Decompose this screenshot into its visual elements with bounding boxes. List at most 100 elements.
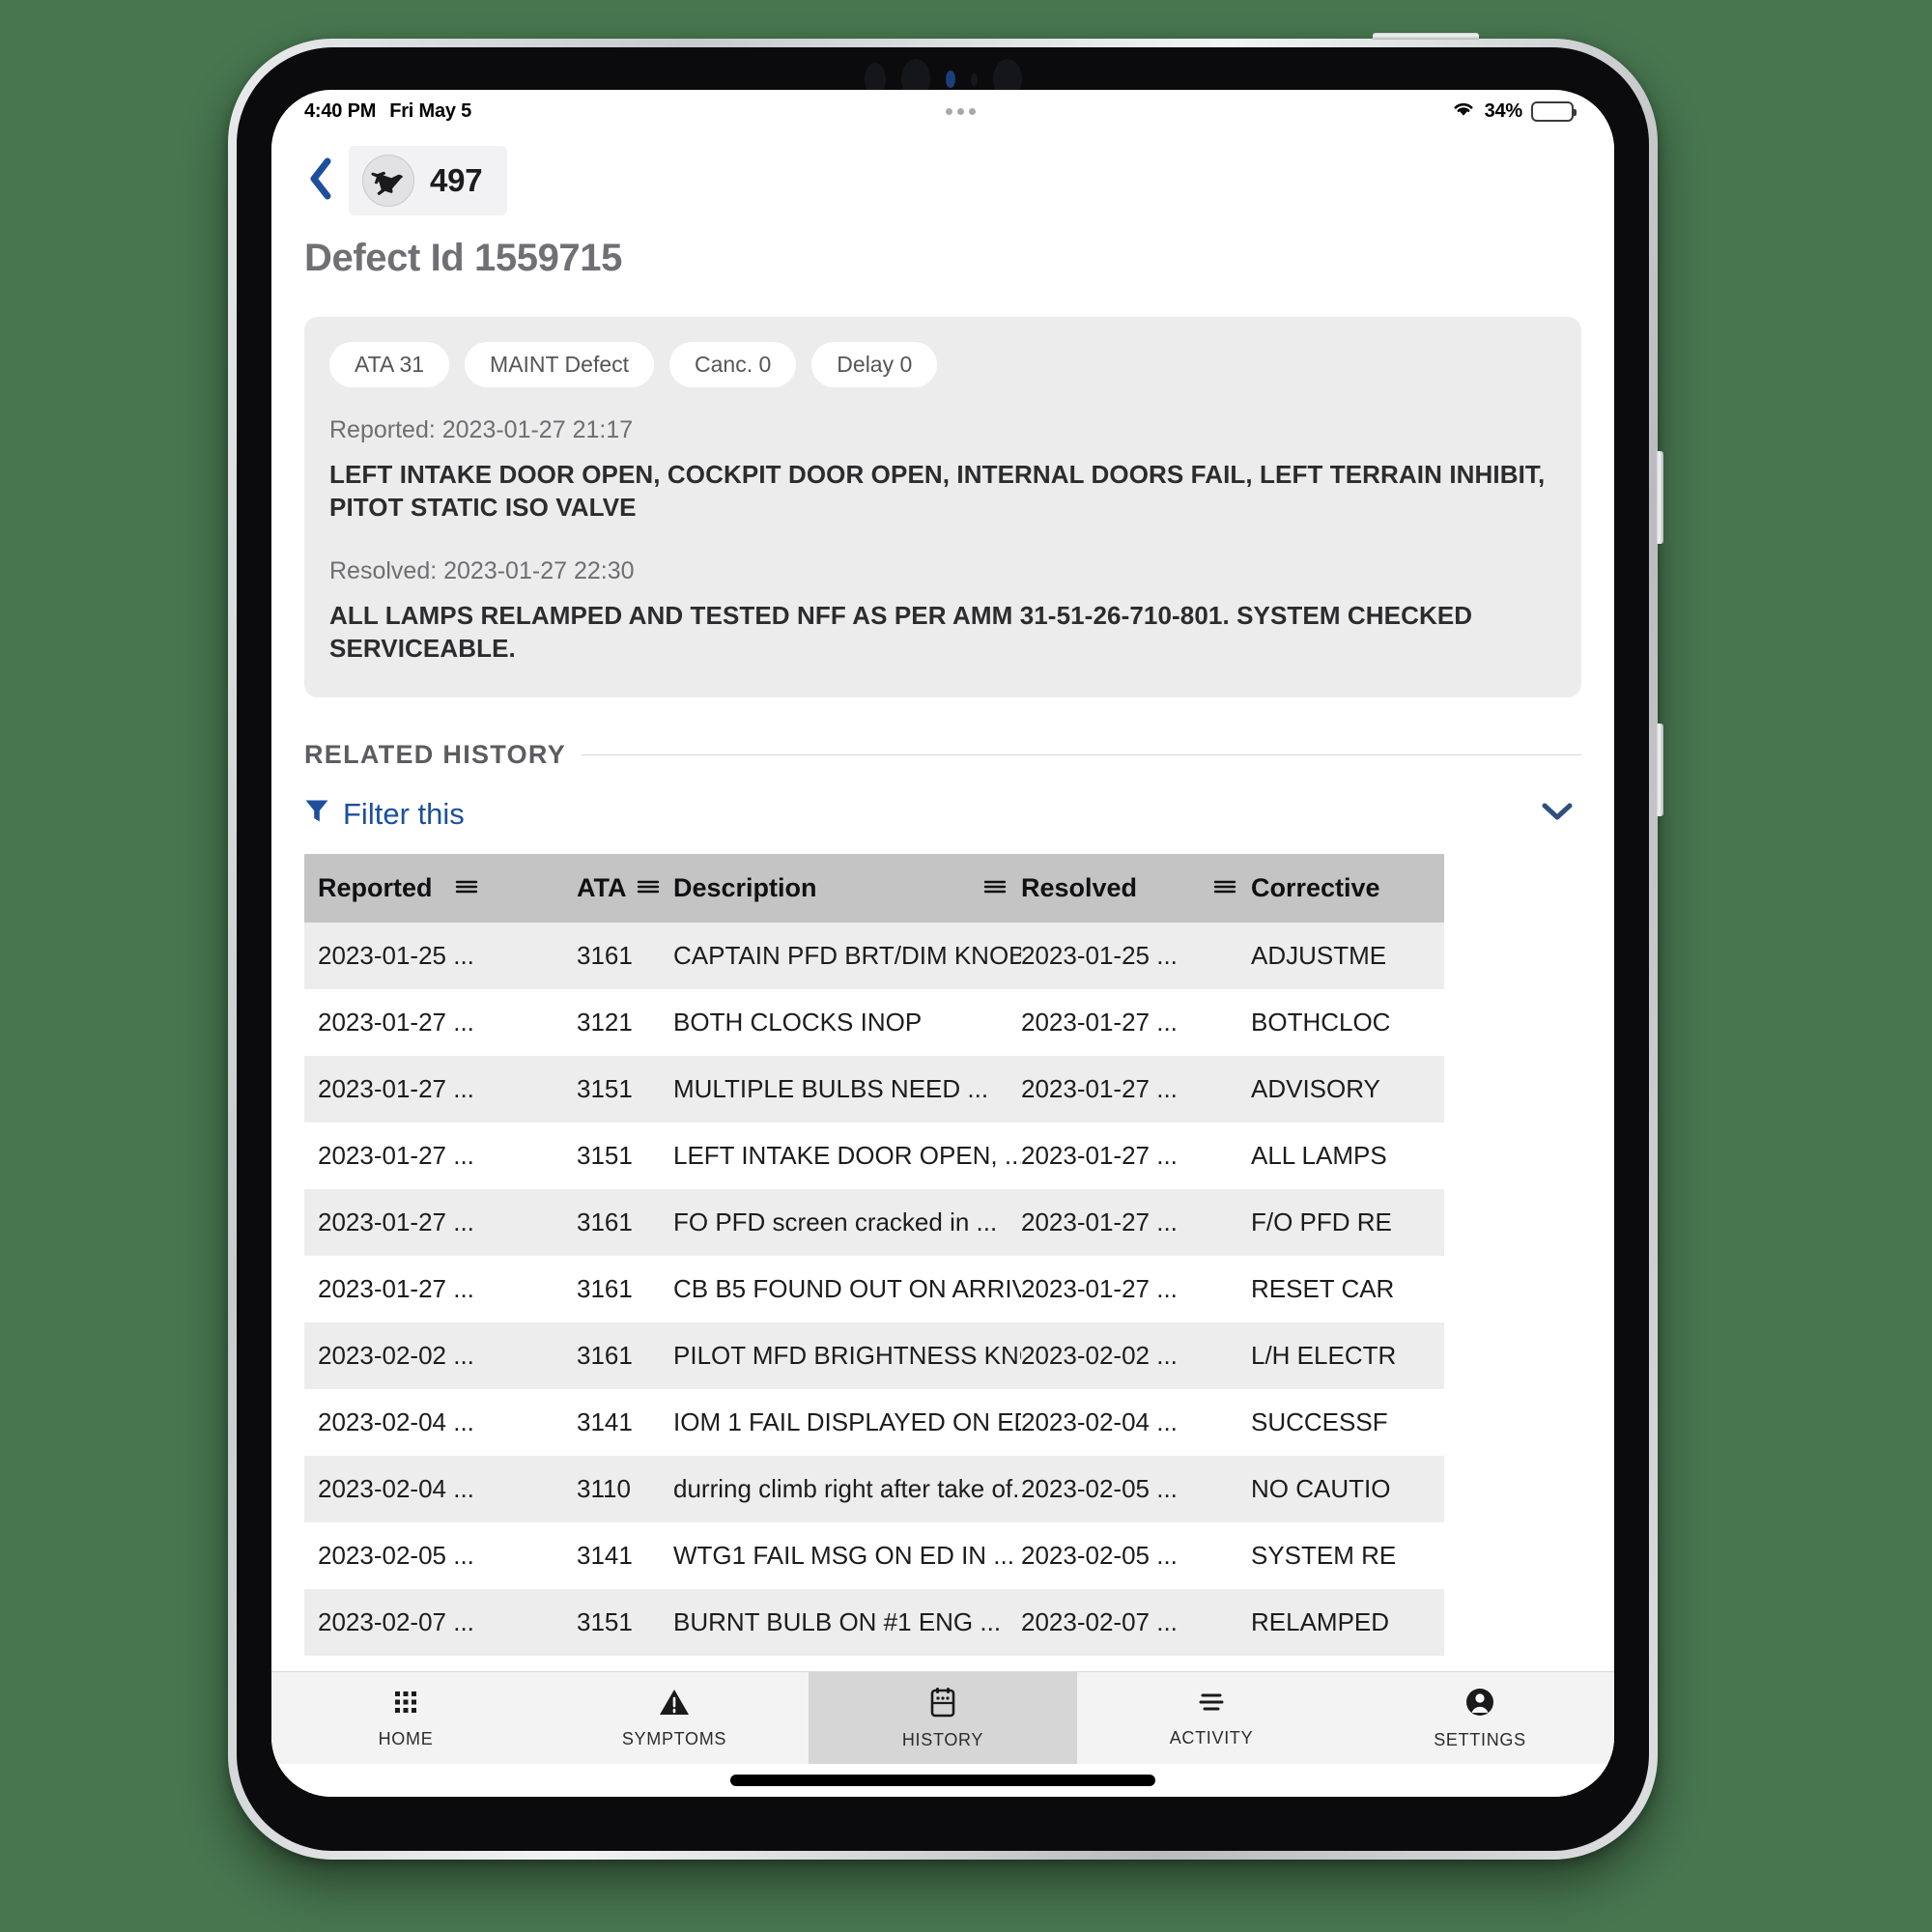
cell-ata: 3141 bbox=[577, 1541, 633, 1571]
status-time: 4:40 PM bbox=[304, 99, 377, 122]
cell-corrective: RELAMPED bbox=[1251, 1607, 1390, 1637]
table-row[interactable]: 2023-01-27 ... 3151 MULTIPLE BULBS NEED ..… bbox=[304, 1056, 1444, 1123]
tab-activity[interactable]: ACTIVITY bbox=[1077, 1672, 1346, 1764]
page-title: Defect Id 1559715 bbox=[304, 237, 622, 279]
defect-tag-row: ATA 31 MAINT Defect Canc. 0 Delay 0 bbox=[329, 342, 1556, 387]
cell-corrective: BOTHCLOC bbox=[1251, 1008, 1391, 1037]
cell-description: MULTIPLE BULBS NEED ... bbox=[673, 1074, 989, 1104]
multitask-handle-icon[interactable] bbox=[946, 107, 977, 115]
column-header-reported[interactable]: Reported bbox=[304, 854, 577, 923]
volume-down-button[interactable] bbox=[1657, 724, 1663, 816]
table-row[interactable]: 2023-01-27 ... 3161 CB B5 FOUND OUT ON ARR… bbox=[304, 1256, 1444, 1323]
cell-resolved: 2023-01-27 ... bbox=[1021, 1141, 1178, 1171]
table-row[interactable]: 2023-01-27 ... 3121 BOTH CLOCKS INOP 2023-0… bbox=[304, 989, 1444, 1057]
reported-description: LEFT INTAKE DOOR OPEN, COCKPIT DOOR OPEN… bbox=[329, 460, 1546, 523]
cell-corrective: ADVISORY bbox=[1251, 1074, 1380, 1104]
cell-description: LEFT INTAKE DOOR OPEN, ... bbox=[673, 1141, 1021, 1171]
funnel-icon bbox=[304, 798, 329, 830]
column-label-reported: Reported bbox=[318, 873, 433, 903]
column-header-resolved[interactable]: Resolved bbox=[1021, 854, 1251, 923]
status-bar: 4:40 PM Fri May 5 34% bbox=[271, 90, 1614, 132]
table-row[interactable]: 2023-02-05 ... 3141 WTG1 FAIL MSG ON ED IN… bbox=[304, 1522, 1444, 1590]
cell-reported: 2023-02-04 ... bbox=[318, 1407, 474, 1437]
table-row[interactable]: 2023-01-27 ... 3151 LEFT INTAKE DOOR OPEN,… bbox=[304, 1122, 1444, 1190]
reported-timestamp: Reported: 2023-01-27 21:17 bbox=[329, 416, 634, 443]
table-row[interactable]: 2023-02-04 ... 3110 durring climb right af… bbox=[304, 1456, 1444, 1523]
cell-reported: 2023-01-25 ... bbox=[318, 941, 474, 971]
column-label-resolved: Resolved bbox=[1021, 873, 1138, 903]
filter-this-button[interactable]: Filter this bbox=[304, 797, 465, 832]
table-row[interactable]: 2023-01-27 ... 3161 FO PFD screen cracked … bbox=[304, 1189, 1444, 1257]
cell-description: WTG1 FAIL MSG ON ED IN ... bbox=[673, 1541, 1014, 1571]
related-history-table-container[interactable]: Reported ATA Description Resolved Correc… bbox=[304, 854, 1614, 1671]
column-header-corrective[interactable]: Corrective bbox=[1251, 854, 1444, 923]
resolved-description: ALL LAMPS RELAMPED AND TESTED NFF AS PER… bbox=[329, 600, 1473, 663]
cell-ata: 3151 bbox=[577, 1074, 633, 1104]
sort-handle-icon[interactable] bbox=[982, 873, 1008, 903]
chevron-down-icon[interactable] bbox=[1533, 793, 1581, 835]
power-button[interactable] bbox=[1373, 33, 1479, 40]
cell-reported: 2023-01-27 ... bbox=[318, 1208, 474, 1237]
related-history-section-header: RELATED HISTORY bbox=[271, 740, 1614, 770]
cell-description: BURNT BULB ON #1 ENG ... bbox=[673, 1607, 1002, 1637]
person-circle-icon bbox=[1464, 1687, 1495, 1722]
cell-reported: 2023-01-27 ... bbox=[318, 1074, 474, 1104]
warning-triangle-icon bbox=[659, 1688, 690, 1721]
cell-resolved: 2023-02-04 ... bbox=[1021, 1407, 1178, 1437]
cell-resolved: 2023-01-27 ... bbox=[1021, 1074, 1178, 1104]
cell-corrective: L/H ELECTR bbox=[1251, 1341, 1397, 1371]
tab-history[interactable]: HISTORY bbox=[809, 1672, 1077, 1764]
column-label-description: Description bbox=[673, 873, 817, 903]
home-indicator[interactable] bbox=[730, 1775, 1155, 1786]
cell-ata: 3110 bbox=[577, 1474, 631, 1504]
status-bar-right: 34% bbox=[1451, 99, 1577, 124]
cell-description: PILOT MFD BRIGHTNESS KNO... bbox=[673, 1341, 1021, 1371]
cell-corrective: RESET CAR bbox=[1251, 1274, 1395, 1304]
tab-symptoms[interactable]: SYMPTOMS bbox=[540, 1672, 809, 1764]
bottom-tab-bar: HOME SYMPTOMS HISTORY ACTIVITY SETTINGS bbox=[271, 1671, 1614, 1764]
tag-delay[interactable]: Delay 0 bbox=[811, 342, 938, 387]
cell-description: FO PFD screen cracked in ... bbox=[673, 1208, 998, 1237]
table-row[interactable]: 2023-01-25 ... 3161 CAPTAIN PFD BRT/DIM KN… bbox=[304, 923, 1444, 990]
column-header-description[interactable]: Description bbox=[673, 854, 1021, 923]
device-screen: 4:40 PM Fri May 5 34% 497 Defect Id 1559… bbox=[271, 90, 1614, 1797]
cell-reported: 2023-01-27 ... bbox=[318, 1008, 474, 1037]
volume-up-button[interactable] bbox=[1657, 451, 1663, 544]
cell-ata: 3121 bbox=[577, 1008, 633, 1037]
cell-description: BOTH CLOCKS INOP bbox=[673, 1008, 923, 1037]
cell-resolved: 2023-01-27 ... bbox=[1021, 1274, 1178, 1304]
cell-resolved: 2023-01-25 ... bbox=[1021, 941, 1178, 971]
grid-icon bbox=[391, 1688, 420, 1721]
table-row[interactable]: 2023-02-04 ... 3141 IOM 1 FAIL DISPLAYED O… bbox=[304, 1389, 1444, 1457]
cell-resolved: 2023-02-05 ... bbox=[1021, 1541, 1178, 1571]
tab-home[interactable]: HOME bbox=[271, 1672, 540, 1764]
cell-description: IOM 1 FAIL DISPLAYED ON ED ... bbox=[673, 1407, 1021, 1437]
tab-label-settings: SETTINGS bbox=[1434, 1729, 1526, 1749]
chevron-left-icon bbox=[308, 157, 333, 205]
cell-reported: 2023-02-04 ... bbox=[318, 1474, 474, 1504]
home-indicator-area bbox=[271, 1764, 1614, 1797]
tag-cancellations[interactable]: Canc. 0 bbox=[669, 342, 797, 387]
tab-settings[interactable]: SETTINGS bbox=[1346, 1672, 1614, 1764]
aircraft-selector-chip[interactable]: 497 bbox=[349, 146, 508, 215]
column-header-ata[interactable]: ATA bbox=[577, 854, 673, 923]
tag-ata[interactable]: ATA 31 bbox=[329, 342, 450, 387]
cell-reported: 2023-02-02 ... bbox=[318, 1341, 474, 1371]
column-label-ata: ATA bbox=[577, 873, 627, 903]
cell-corrective: ALL LAMPS bbox=[1251, 1141, 1387, 1171]
sort-handle-icon[interactable] bbox=[636, 873, 661, 903]
table-row[interactable]: 2023-02-02 ... 3161 PILOT MFD BRIGHTNESS K… bbox=[304, 1322, 1444, 1390]
back-button[interactable] bbox=[298, 151, 343, 211]
tag-defect-type[interactable]: MAINT Defect bbox=[465, 342, 655, 387]
sort-handle-icon[interactable] bbox=[1212, 873, 1237, 903]
airplane-icon bbox=[362, 155, 414, 207]
cell-corrective: NO CAUTIO bbox=[1251, 1474, 1391, 1504]
cell-ata: 3151 bbox=[577, 1141, 633, 1171]
cell-description: durring climb right after take of... bbox=[673, 1474, 1021, 1504]
status-bar-center bbox=[471, 107, 1450, 115]
wifi-icon bbox=[1451, 99, 1476, 124]
tablet-device-frame: 4:40 PM Fri May 5 34% 497 Defect Id 1559… bbox=[228, 33, 1663, 1860]
table-row[interactable]: 2023-02-07 ... 3151 BURNT BULB ON #1 ENG .… bbox=[304, 1589, 1444, 1657]
sort-handle-icon[interactable] bbox=[454, 873, 479, 903]
cell-corrective: SYSTEM RE bbox=[1251, 1541, 1397, 1571]
